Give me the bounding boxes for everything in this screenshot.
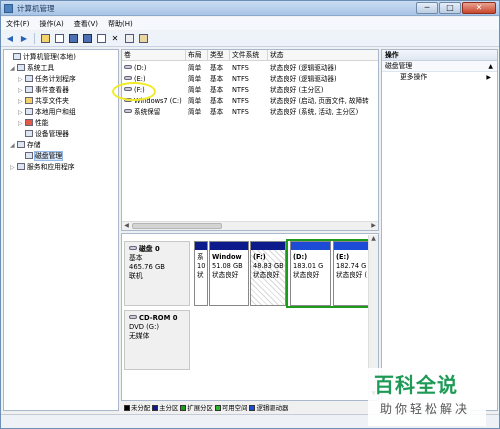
menu-help[interactable]: 帮助(H) <box>103 17 138 30</box>
legend-free-space: 可用空间 <box>214 403 247 412</box>
help-icon[interactable] <box>67 33 79 45</box>
toolbar: ◀ ▶ ✕ <box>1 31 499 47</box>
horizontal-scrollbar[interactable]: ◀ ▶ <box>122 221 378 230</box>
column-header-filesystem[interactable]: 文件系统 <box>230 50 268 60</box>
device-manager-icon <box>25 130 33 137</box>
menu-action[interactable]: 操作(A) <box>35 17 69 30</box>
tree-item-storage[interactable]: ◢ 存储 <box>10 140 41 150</box>
forward-arrow-icon[interactable]: ▶ <box>18 33 30 45</box>
watermark: 百科全说 助你轻松解决 <box>368 368 486 426</box>
watermark-title: 百科全说 <box>374 373 458 397</box>
volume-icon <box>124 76 132 80</box>
column-header-layout[interactable]: 布局 <box>186 50 208 60</box>
scroll-up-icon[interactable]: ▲ <box>369 235 378 244</box>
volume-icon <box>124 65 132 69</box>
watermark-subtitle: 助你轻松解决 <box>380 402 471 416</box>
menu-bar: 文件(F) 操作(A) 查看(V) 帮助(H) <box>1 17 499 30</box>
expand-toggle-icon[interactable]: ▷ <box>18 86 25 96</box>
column-header-type[interactable]: 类型 <box>208 50 230 60</box>
tree-item-disk-management[interactable]: 磁盘管理 <box>18 151 64 161</box>
actions-header: 操作 <box>382 50 497 61</box>
highlight-circle <box>112 82 156 101</box>
expand-toggle-icon[interactable]: ▷ <box>10 163 17 173</box>
table-row[interactable]: (D:) 简单 基本 NTFS 状态良好 (逻辑驱动器) <box>122 63 378 73</box>
back-arrow-icon[interactable]: ◀ <box>4 33 16 45</box>
column-header-volume[interactable]: 卷 <box>122 50 186 60</box>
expand-toggle-icon[interactable]: ▷ <box>18 119 25 129</box>
legend-extended: 扩展分区 <box>180 403 213 412</box>
partition-f[interactable]: (F:) 48.83 GB 状态良好 <box>250 241 286 306</box>
volume-list-header: 卷 布局 类型 文件系统 状态 <box>122 50 378 61</box>
expand-toggle-icon[interactable]: ▷ <box>18 108 25 118</box>
table-row[interactable]: (F:) 简单 基本 NTFS 状态良好 (主分区) <box>122 85 378 95</box>
menu-file[interactable]: 文件(F) <box>1 17 35 30</box>
up-folder-icon[interactable] <box>39 33 51 45</box>
actions-section-disk-management[interactable]: 磁盘管理 ▲ <box>382 61 497 72</box>
navigation-tree: 计算机管理(本地) ◢ 系统工具 ▷ 任务计划程序 ▷ 事件查看器 ▷ 共享文件夹 ▷ 本… <box>3 49 119 411</box>
delete-icon[interactable]: ✕ <box>109 33 121 45</box>
event-viewer-icon <box>25 86 33 93</box>
disk-management-icon <box>25 152 33 159</box>
tree-item-services-apps[interactable]: ▷ 服务和应用程序 <box>10 162 75 172</box>
maximize-button[interactable]: □ <box>439 2 461 14</box>
close-button[interactable]: ✕ <box>462 2 496 14</box>
volume-icon <box>124 109 132 113</box>
tree-item-system-tools[interactable]: ◢ 系统工具 <box>10 63 54 73</box>
tree-item-task-scheduler[interactable]: ▷ 任务计划程序 <box>18 74 76 84</box>
partition-windows-c[interactable]: Window 51.08 GB 状态良好 <box>209 241 249 306</box>
tree-item-performance[interactable]: ▷ 性能 <box>18 118 49 128</box>
collapse-toggle-icon[interactable]: ◢ <box>10 64 17 74</box>
expand-toggle-icon[interactable]: ▷ <box>18 75 25 85</box>
table-row[interactable]: 系统保留 简单 基本 NTFS 状态良好 (系统, 活动, 主分区) <box>122 107 378 117</box>
legend-unallocated: 未分配 <box>124 403 150 412</box>
disk-0-label[interactable]: 磁盘 0 基本 465.76 GB 联机 <box>124 241 190 306</box>
scroll-left-icon[interactable]: ◀ <box>122 222 131 230</box>
collapse-up-icon[interactable]: ▲ <box>488 61 493 72</box>
partition-legend: 未分配 主分区 扩展分区 可用空间 逻辑驱动器 <box>121 402 379 413</box>
expand-toggle-icon[interactable]: ▷ <box>18 97 25 107</box>
users-icon <box>25 108 33 115</box>
cd-drive-icon <box>129 315 137 319</box>
tree-item-event-viewer[interactable]: ▷ 事件查看器 <box>18 85 69 95</box>
computer-management-window: 计算机管理 ─ □ ✕ 文件(F) 操作(A) 查看(V) 帮助(H) ◀ ▶ … <box>0 0 500 429</box>
system-tools-icon <box>17 64 25 71</box>
partition-system-reserved[interactable]: 系 10 状 <box>194 241 208 306</box>
scrollbar-thumb[interactable] <box>132 223 222 229</box>
computer-icon <box>13 53 21 60</box>
open-icon[interactable] <box>123 33 135 45</box>
storage-icon <box>17 141 25 148</box>
menu-view[interactable]: 查看(V) <box>69 17 103 30</box>
cdrom-0-label[interactable]: CD-ROM 0 DVD (G:) 无媒体 <box>124 310 190 370</box>
tree-item-shared-folders[interactable]: ▷ 共享文件夹 <box>18 96 69 106</box>
table-row[interactable]: (E:) 简单 基本 NTFS 状态良好 (逻辑驱动器) <box>122 74 378 84</box>
actions-pane: 操作 磁盘管理 ▲ 更多操作 ▶ <box>381 49 498 411</box>
scroll-right-icon[interactable]: ▶ <box>369 222 378 230</box>
legend-primary: 主分区 <box>152 403 178 412</box>
volume-list: 卷 布局 类型 文件系统 状态 (D:) 简单 基本 NTFS 状态良好 (逻辑驱动器)… <box>121 49 379 231</box>
tree-item-device-manager[interactable]: 设备管理器 <box>18 129 69 139</box>
properties-icon[interactable] <box>81 33 93 45</box>
legend-logical: 逻辑驱动器 <box>249 403 288 412</box>
export-list-icon[interactable] <box>95 33 107 45</box>
performance-icon <box>25 119 33 126</box>
minimize-button[interactable]: ─ <box>416 2 438 14</box>
more-actions-item[interactable]: 更多操作 ▶ <box>382 72 497 83</box>
shared-folder-icon <box>25 97 33 104</box>
disk-graphical-view: 磁盘 0 基本 465.76 GB 联机 系 10 状 Window 51.08 GB… <box>121 233 379 401</box>
computer-management-icon <box>4 4 13 13</box>
clock-icon <box>25 75 33 82</box>
submenu-arrow-icon: ▶ <box>486 74 491 81</box>
column-header-status[interactable]: 状态 <box>268 50 378 60</box>
tree-item-computer-management[interactable]: 计算机管理(本地) <box>6 52 76 62</box>
services-icon <box>17 163 25 170</box>
hard-disk-icon <box>129 246 137 250</box>
tree-item-local-users[interactable]: ▷ 本地用户和组 <box>18 107 76 117</box>
collapse-toggle-icon[interactable]: ◢ <box>10 141 17 151</box>
window-title: 计算机管理 <box>17 4 55 13</box>
disk-properties-icon[interactable] <box>137 33 149 45</box>
console-tree-icon[interactable] <box>53 33 65 45</box>
title-bar[interactable]: 计算机管理 ─ □ ✕ <box>1 1 499 16</box>
partition-d[interactable]: (D:) 183.01 G 状态良好 <box>290 241 331 306</box>
table-row[interactable]: Windows7 (C:) 简单 基本 NTFS 状态良好 (启动, 页面文件, 故障转 <box>122 96 378 106</box>
